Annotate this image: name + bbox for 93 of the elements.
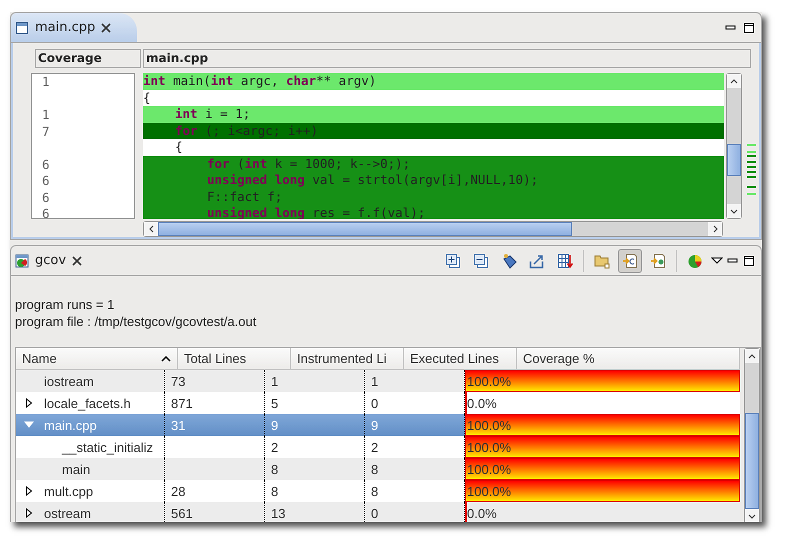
table-cell: 8 (271, 462, 278, 476)
folder-icon (594, 252, 610, 268)
table-row[interactable]: mult.cpp 28 8 8 100.0% (16, 480, 740, 502)
scrollbar-thumb[interactable] (158, 222, 572, 236)
expand-arrow-icon[interactable] (24, 508, 34, 518)
program-info-text: program file : /tmp/testgcov/gcovtest/a.out (15, 313, 258, 330)
export-icon (529, 252, 545, 268)
file-name: iostream (44, 374, 94, 388)
vertical-scrollbar[interactable] (726, 73, 742, 219)
file-arrow-icon (622, 252, 638, 268)
execution-count: 1 (42, 74, 50, 89)
file-name: main.cpp (44, 418, 97, 432)
scroll-right-icon[interactable] (712, 225, 718, 233)
horizontal-scrollbar[interactable] (143, 221, 723, 237)
table-cell: 561 (171, 506, 193, 520)
maximize-icon[interactable] (743, 254, 755, 266)
expand-arrow-icon[interactable] (24, 486, 34, 496)
execution-count: 7 (42, 124, 50, 138)
table-cell: 31 (171, 418, 186, 432)
file-c-button[interactable] (618, 248, 642, 272)
column-header[interactable]: Name (16, 348, 178, 369)
file-name: __static_initializ (62, 440, 154, 454)
file-name: ostream (44, 506, 91, 520)
column-header[interactable]: Coverage % (517, 348, 740, 369)
program-info-text: program runs = 1 (15, 296, 116, 313)
expand-arrow-icon[interactable] (24, 398, 34, 408)
table-row[interactable]: __static_initializ 2 2 100.0% (16, 436, 740, 458)
column-header: main.cpp (143, 49, 751, 68)
scroll-down-icon[interactable] (748, 514, 756, 518)
collapse-all-icon (473, 252, 489, 268)
table-cell: 9 (271, 418, 278, 432)
table-cell: 9 (371, 418, 378, 432)
table-cell: 871 (171, 396, 193, 410)
coverage-value: 100.0% (467, 418, 512, 432)
pie-chart-icon (687, 252, 703, 268)
table-cell: 2 (271, 440, 278, 454)
tag-icon (501, 252, 517, 268)
vertical-scrollbar[interactable] (744, 348, 760, 522)
table-row[interactable]: ostream 561 13 0 0.0% (16, 502, 740, 522)
execution-count: 6 (42, 173, 50, 188)
minimize-icon[interactable] (727, 258, 739, 264)
table-arrow-icon (557, 252, 573, 268)
execution-count: 1 (42, 107, 50, 122)
table-cell: 28 (171, 484, 186, 498)
expand-all-icon (445, 252, 461, 268)
overview-ruler-drawing (745, 143, 757, 196)
column-header[interactable]: Instrumented Li (291, 348, 404, 369)
scroll-up-icon[interactable] (730, 78, 738, 84)
table-cell: 1 (271, 374, 278, 388)
close-icon[interactable] (72, 256, 82, 266)
execution-count: 6 (42, 156, 50, 172)
column-header[interactable]: Total Lines (178, 348, 291, 369)
coverage-value: 0.0% (467, 506, 497, 520)
coverage-value: 0.0% (467, 396, 497, 410)
maximize-icon[interactable] (743, 22, 755, 34)
table-cell: 73 (171, 374, 186, 388)
editor-tab[interactable]: main.cpp (11, 13, 138, 42)
file-name: locale_facets.h (44, 396, 131, 410)
table-cell: 8 (371, 462, 378, 476)
collapse-arrow-icon[interactable] (24, 420, 34, 430)
scroll-down-icon[interactable] (730, 208, 738, 214)
table-cell: 13 (271, 506, 286, 520)
file-name: mult.cpp (44, 484, 94, 498)
close-icon[interactable] (101, 22, 112, 32)
coverage-value: 100.0% (467, 462, 512, 476)
window-icon (15, 20, 29, 34)
scroll-left-icon[interactable] (148, 225, 154, 233)
scrollbar-thumb[interactable] (745, 413, 759, 509)
table-cell: 8 (271, 484, 278, 498)
view-menu-icon[interactable] (711, 256, 723, 264)
sort-ascending-icon (161, 356, 171, 362)
coverage-value: 100.0% (467, 440, 512, 454)
file-arrow-icon (650, 252, 666, 268)
execution-count: 6 (42, 190, 50, 204)
table-cell: 1 (371, 374, 378, 388)
file-name: main (62, 462, 90, 476)
table-row[interactable]: locale_facets.h 871 5 0 0.0% (16, 392, 740, 414)
chart-window-icon (15, 254, 29, 268)
minimize-icon[interactable] (725, 24, 737, 30)
table-row[interactable]: main.cpp 31 9 9 100.0% (16, 414, 740, 436)
coverage-value: 100.0% (467, 374, 512, 388)
table-cell: 0 (371, 506, 378, 520)
coverage-value: 100.0% (467, 484, 512, 498)
scrollbar-thumb[interactable] (727, 144, 741, 176)
table-cell: 2 (371, 440, 378, 454)
column-header: Coverage (35, 49, 141, 68)
column-header[interactable]: Executed Lines (404, 348, 517, 369)
scroll-up-icon[interactable] (748, 354, 756, 358)
gcov-tab[interactable]: gcov (11, 246, 108, 275)
execution-count: 6 (42, 206, 50, 218)
table-cell: 8 (371, 484, 378, 498)
table-cell: 0 (371, 396, 378, 410)
table-cell: 5 (271, 396, 278, 410)
